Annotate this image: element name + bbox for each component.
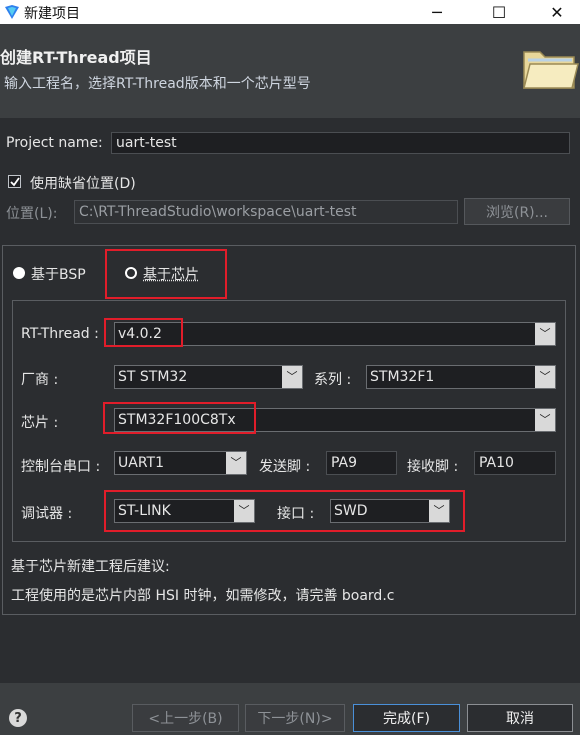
debugger-select[interactable]: ST-LINK ﹀ <box>114 499 255 523</box>
back-button[interactable]: <上一步(B) <box>132 704 239 732</box>
interface-label: 接口 : <box>277 506 315 522</box>
chevron-down-icon: ﹀ <box>282 366 302 388</box>
series-value: STM32F1 <box>370 369 435 385</box>
chip-radio-label: 基于芯片 <box>143 267 199 283</box>
cancel-button[interactable]: 取消 <box>467 704 573 732</box>
rx-pin-label: 接收脚 : <box>407 459 459 475</box>
title-bar: 新建项目 ─ ☐ ✕ <box>0 0 580 24</box>
vendor-value: ST STM32 <box>118 369 188 385</box>
rtthread-version-label: RT-Thread : <box>21 326 99 342</box>
console-uart-value: UART1 <box>118 455 164 471</box>
page-title: 创建RT-Thread项目 <box>0 48 152 67</box>
project-name-label: Project name: <box>6 135 103 151</box>
project-name-input[interactable]: uart-test <box>111 132 570 154</box>
rtthread-version-highlight <box>104 318 183 347</box>
chevron-down-icon: ﹀ <box>226 452 246 474</box>
default-location-checkbox[interactable] <box>8 175 21 188</box>
chip-highlight <box>103 402 256 434</box>
interface-value: SWD <box>334 503 368 519</box>
chevron-down-icon: ﹀ <box>535 366 555 388</box>
finish-button[interactable]: 完成(F) <box>353 704 460 732</box>
help-icon[interactable]: ? <box>9 709 27 727</box>
console-uart-select[interactable]: UART1 ﹀ <box>114 451 247 475</box>
checkmark-icon <box>9 176 20 186</box>
vendor-select[interactable]: ST STM32 ﹀ <box>114 365 303 389</box>
rx-pin-input[interactable]: PA10 <box>474 451 556 475</box>
debugger-label: 调试器 : <box>21 506 73 522</box>
series-label: 系列 : <box>314 372 352 388</box>
location-label: 位置(L): <box>6 206 58 222</box>
page-subtitle: 输入工程名，选择RT-Thread版本和一个芯片型号 <box>4 76 311 92</box>
console-uart-label: 控制台串口 : <box>21 459 101 475</box>
app-logo-icon <box>5 5 19 19</box>
next-button[interactable]: 下一步(N)> <box>245 704 345 732</box>
minimize-button[interactable]: ─ <box>414 0 460 24</box>
wizard-header <box>0 24 580 118</box>
chevron-down-icon: ﹀ <box>535 409 555 431</box>
default-location-label: 使用缺省位置(D) <box>30 176 136 192</box>
window-title: 新建项目 <box>24 6 80 22</box>
debugger-value: ST-LINK <box>118 503 171 519</box>
chevron-down-icon: ﹀ <box>535 323 555 345</box>
close-button[interactable]: ✕ <box>534 0 580 24</box>
tx-pin-label: 发送脚 : <box>259 459 311 475</box>
bsp-radio[interactable] <box>13 267 25 279</box>
vendor-label: 厂商 : <box>21 372 59 388</box>
chevron-down-icon: ﹀ <box>234 500 254 522</box>
chip-label: 芯片 : <box>21 415 59 431</box>
chip-radio[interactable] <box>125 267 137 279</box>
folder-icon <box>523 51 579 89</box>
series-select[interactable]: STM32F1 ﹀ <box>366 365 556 389</box>
bsp-radio-label: 基于BSP <box>31 267 86 283</box>
chevron-down-icon: ﹀ <box>429 500 449 522</box>
maximize-button[interactable]: ☐ <box>476 0 522 24</box>
browse-button[interactable]: 浏览(R)... <box>464 198 570 225</box>
location-path-input[interactable]: C:\RT-ThreadStudio\workspace\uart-test <box>74 200 458 224</box>
advice-title: 基于芯片新建工程后建议: <box>11 559 170 575</box>
advice-text: 工程使用的是芯片内部 HSI 时钟，如需修改，请完善 board.c <box>11 588 395 604</box>
interface-select[interactable]: SWD ﹀ <box>330 499 450 523</box>
tx-pin-input[interactable]: PA9 <box>326 451 397 475</box>
